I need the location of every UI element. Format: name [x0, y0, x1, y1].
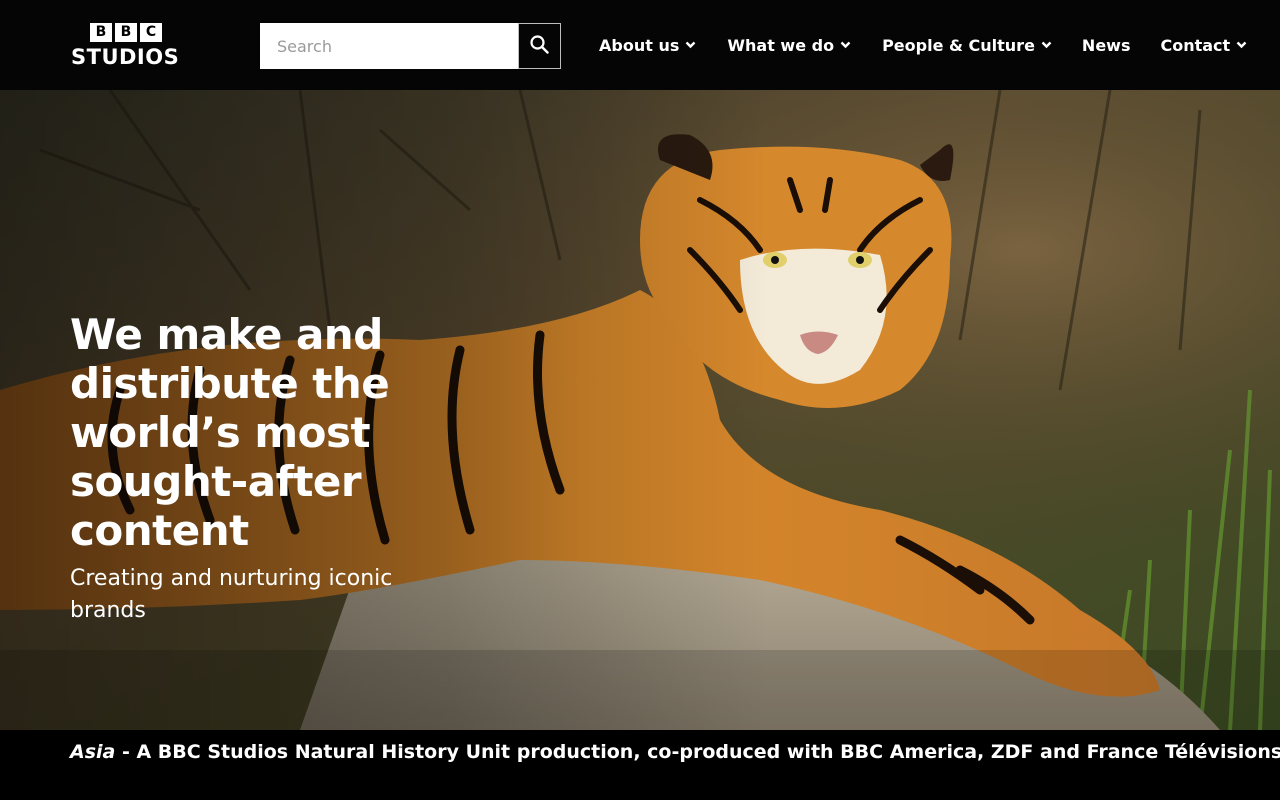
logo-block: B	[115, 23, 137, 42]
caption-description: - A BBC Studios Natural History Unit pro…	[115, 741, 1280, 763]
nav-people-culture[interactable]: People & Culture	[882, 36, 1052, 55]
nav-label: News	[1081, 35, 1131, 55]
logo-wordmark: STUDIOS	[71, 45, 180, 69]
caption-show-title: Asia	[70, 741, 116, 763]
nav-label: What we do	[727, 35, 835, 55]
search-button[interactable]	[518, 23, 561, 69]
nav-contact[interactable]: Contact	[1160, 36, 1247, 55]
chevron-down-icon	[685, 41, 696, 49]
search-icon	[530, 34, 549, 58]
hero-subtitle: Creating and nurturing iconic brands	[70, 566, 393, 623]
site-header: B B C STUDIOS About us What we do	[0, 0, 1280, 90]
nav-label: People & Culture	[882, 35, 1035, 55]
logo-block: C	[140, 23, 162, 42]
hero-title: We make and distribute the world’s most …	[70, 310, 390, 555]
chevron-down-icon	[1236, 41, 1247, 49]
nav-about-us[interactable]: About us	[599, 36, 696, 55]
nav-what-we-do[interactable]: What we do	[727, 36, 851, 55]
chevron-down-icon	[1041, 41, 1052, 49]
main-nav: About us What we do People & Culture New…	[599, 33, 1247, 57]
caption-text: Asia - A BBC Studios Natural History Uni…	[70, 741, 1280, 763]
chevron-down-icon	[840, 41, 851, 49]
nav-news[interactable]: News	[1082, 36, 1131, 55]
bbc-studios-logo[interactable]: B B C STUDIOS	[71, 23, 179, 69]
hero-text: We make and distribute the world’s most …	[70, 310, 450, 627]
nav-label: Contact	[1160, 35, 1231, 55]
search-form	[260, 23, 561, 69]
logo-block: B	[90, 23, 112, 42]
nav-label: About us	[599, 35, 680, 55]
hero-banner: We make and distribute the world’s most …	[0, 90, 1280, 730]
logo-blocks: B B C	[90, 23, 179, 42]
search-input[interactable]	[260, 23, 518, 69]
image-caption: Asia - A BBC Studios Natural History Uni…	[0, 730, 1280, 800]
